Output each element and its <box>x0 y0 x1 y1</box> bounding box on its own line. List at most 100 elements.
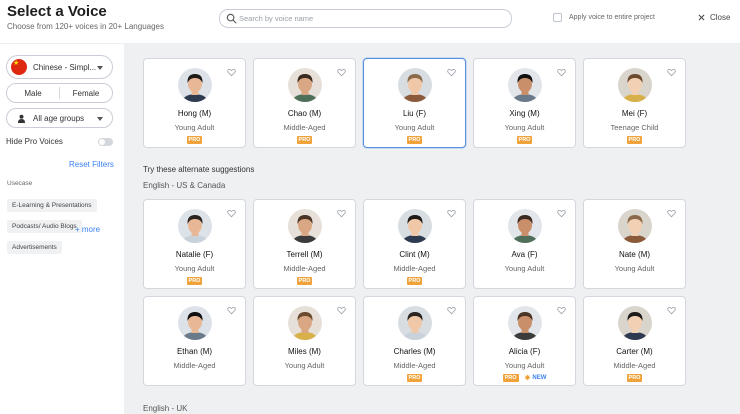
favorite-heart-icon[interactable] <box>227 68 236 77</box>
voice-card[interactable]: Nate (M) Young Adult <box>583 199 686 289</box>
chevron-down-icon <box>97 117 103 121</box>
person-icon <box>17 114 26 123</box>
voice-card[interactable]: Carter (M) Middle-Aged PRO <box>583 296 686 386</box>
voice-avatar <box>398 68 432 102</box>
apply-voice-option[interactable]: Apply voice to entire project <box>553 13 655 22</box>
voice-badges: PRO <box>364 136 465 144</box>
search-box[interactable] <box>219 9 512 28</box>
usecase-tag[interactable]: Advertisements <box>7 241 62 254</box>
voice-card[interactable]: Chao (M) Middle-Aged PRO <box>253 58 356 148</box>
filter-sidebar: ★ Chinese - Simpl... Male Female All age… <box>0 44 125 414</box>
voice-name: Ava (F) <box>511 250 538 259</box>
voice-avatar <box>618 306 652 340</box>
apply-voice-label: Apply voice to entire project <box>569 14 655 21</box>
favorite-heart-icon[interactable] <box>337 306 346 315</box>
favorite-heart-icon[interactable] <box>227 306 236 315</box>
voice-card[interactable]: Terrell (M) Middle-Aged PRO <box>253 199 356 289</box>
voice-name: Ethan (M) <box>176 347 213 356</box>
voice-avatar <box>508 306 542 340</box>
voice-badges: PRO <box>584 374 685 382</box>
favorite-heart-icon[interactable] <box>667 68 676 77</box>
favorite-heart-icon[interactable] <box>337 68 346 77</box>
pro-badge: PRO <box>406 136 423 144</box>
voice-age-group: Young Adult <box>614 264 655 273</box>
voice-card[interactable]: Charles (M) Middle-Aged PRO <box>363 296 466 386</box>
voice-card[interactable]: Alicia (F) Young Adult PRO ✸ NEW <box>473 296 576 386</box>
usecase-heading: Usecase <box>7 180 33 187</box>
voice-name: Chao (M) <box>287 109 322 118</box>
voice-avatar <box>398 209 432 243</box>
section-heading-us: English - US & Canada <box>143 181 226 190</box>
favorite-heart-icon[interactable] <box>557 306 566 315</box>
search-input[interactable] <box>239 12 499 25</box>
language-select-value: Chinese - Simpl... <box>33 62 97 72</box>
pro-badge: PRO <box>626 374 643 382</box>
pro-badge: PRO <box>626 136 643 144</box>
usecase-tag[interactable]: E-Learning & Presentations <box>7 199 97 212</box>
voice-avatar <box>178 209 212 243</box>
voice-age-group: Middle-Aged <box>283 123 326 132</box>
favorite-heart-icon[interactable] <box>447 306 456 315</box>
pro-badge: PRO <box>502 374 519 382</box>
reset-filters-link[interactable]: Reset Filters <box>69 160 114 169</box>
voice-age-group: Young Adult <box>174 123 215 132</box>
close-button[interactable]: Close <box>698 13 730 22</box>
voice-card[interactable]: Ava (F) Young Adult <box>473 199 576 289</box>
voice-name: Alicia (F) <box>508 347 541 356</box>
apply-voice-checkbox[interactable] <box>553 13 562 22</box>
voice-badges: PRO <box>144 136 245 144</box>
voice-avatar <box>288 306 322 340</box>
voice-age-group: Young Adult <box>504 123 545 132</box>
voice-age-group: Middle-Aged <box>393 264 436 273</box>
voice-card[interactable]: Miles (M) Young Adult <box>253 296 356 386</box>
gender-female-button[interactable]: Female <box>60 84 112 102</box>
voice-name: Clint (M) <box>399 250 430 259</box>
voice-badges: PRO <box>254 136 355 144</box>
usecase-tag[interactable]: Podcasts/ Audio Blogs <box>7 220 82 233</box>
voice-avatar <box>618 209 652 243</box>
voice-card[interactable]: Natalie (F) Young Adult PRO <box>143 199 246 289</box>
voice-badges: PRO <box>584 136 685 144</box>
voice-avatar <box>508 209 542 243</box>
favorite-heart-icon[interactable] <box>447 68 456 77</box>
favorite-heart-icon[interactable] <box>227 209 236 218</box>
pro-badge: PRO <box>296 136 313 144</box>
voice-card[interactable]: Mei (F) Teenage Child PRO <box>583 58 686 148</box>
favorite-heart-icon[interactable] <box>337 209 346 218</box>
suggestions-heading: Try these alternate suggestions <box>143 165 255 174</box>
usecase-tags: E-Learning & Presentations Podcasts/ Aud… <box>7 194 122 257</box>
favorite-heart-icon[interactable] <box>667 209 676 218</box>
voice-avatar <box>618 68 652 102</box>
hide-pro-voices-label: Hide Pro Voices <box>6 137 63 146</box>
voice-card[interactable]: Clint (M) Middle-Aged PRO <box>363 199 466 289</box>
favorite-heart-icon[interactable] <box>557 209 566 218</box>
voice-name: Carter (M) <box>616 347 653 356</box>
voice-card[interactable]: Liu (F) Young Adult PRO <box>363 58 466 148</box>
china-flag-icon: ★ <box>11 59 27 75</box>
voice-name: Natalie (F) <box>175 250 214 259</box>
pro-badge: PRO <box>186 136 203 144</box>
voice-card[interactable]: Ethan (M) Middle-Aged <box>143 296 246 386</box>
favorite-heart-icon[interactable] <box>667 306 676 315</box>
voice-card[interactable]: Xing (M) Young Adult PRO <box>473 58 576 148</box>
voice-avatar <box>288 209 322 243</box>
voice-name: Miles (M) <box>288 347 321 356</box>
favorite-heart-icon[interactable] <box>447 209 456 218</box>
voice-card[interactable]: Hong (M) Young Adult PRO <box>143 58 246 148</box>
voice-name: Charles (M) <box>393 347 436 356</box>
voice-badges: PRO <box>364 374 465 382</box>
more-usecases-link[interactable]: + more <box>75 225 100 234</box>
age-group-select[interactable]: All age groups <box>6 108 113 128</box>
header: Select a Voice Choose from 120+ voices i… <box>0 0 740 44</box>
language-select[interactable]: ★ Chinese - Simpl... <box>6 55 113 79</box>
voice-name: Mei (F) <box>621 109 648 118</box>
voice-name: Terrell (M) <box>286 250 323 259</box>
favorite-heart-icon[interactable] <box>557 68 566 77</box>
voice-badges: PRO <box>474 136 575 144</box>
voice-age-group: Young Adult <box>394 123 435 132</box>
hide-pro-voices-toggle[interactable] <box>98 137 113 146</box>
voice-avatar <box>508 68 542 102</box>
gender-male-button[interactable]: Male <box>7 84 59 102</box>
voice-badges: PRO <box>144 277 245 285</box>
voice-avatar <box>178 68 212 102</box>
